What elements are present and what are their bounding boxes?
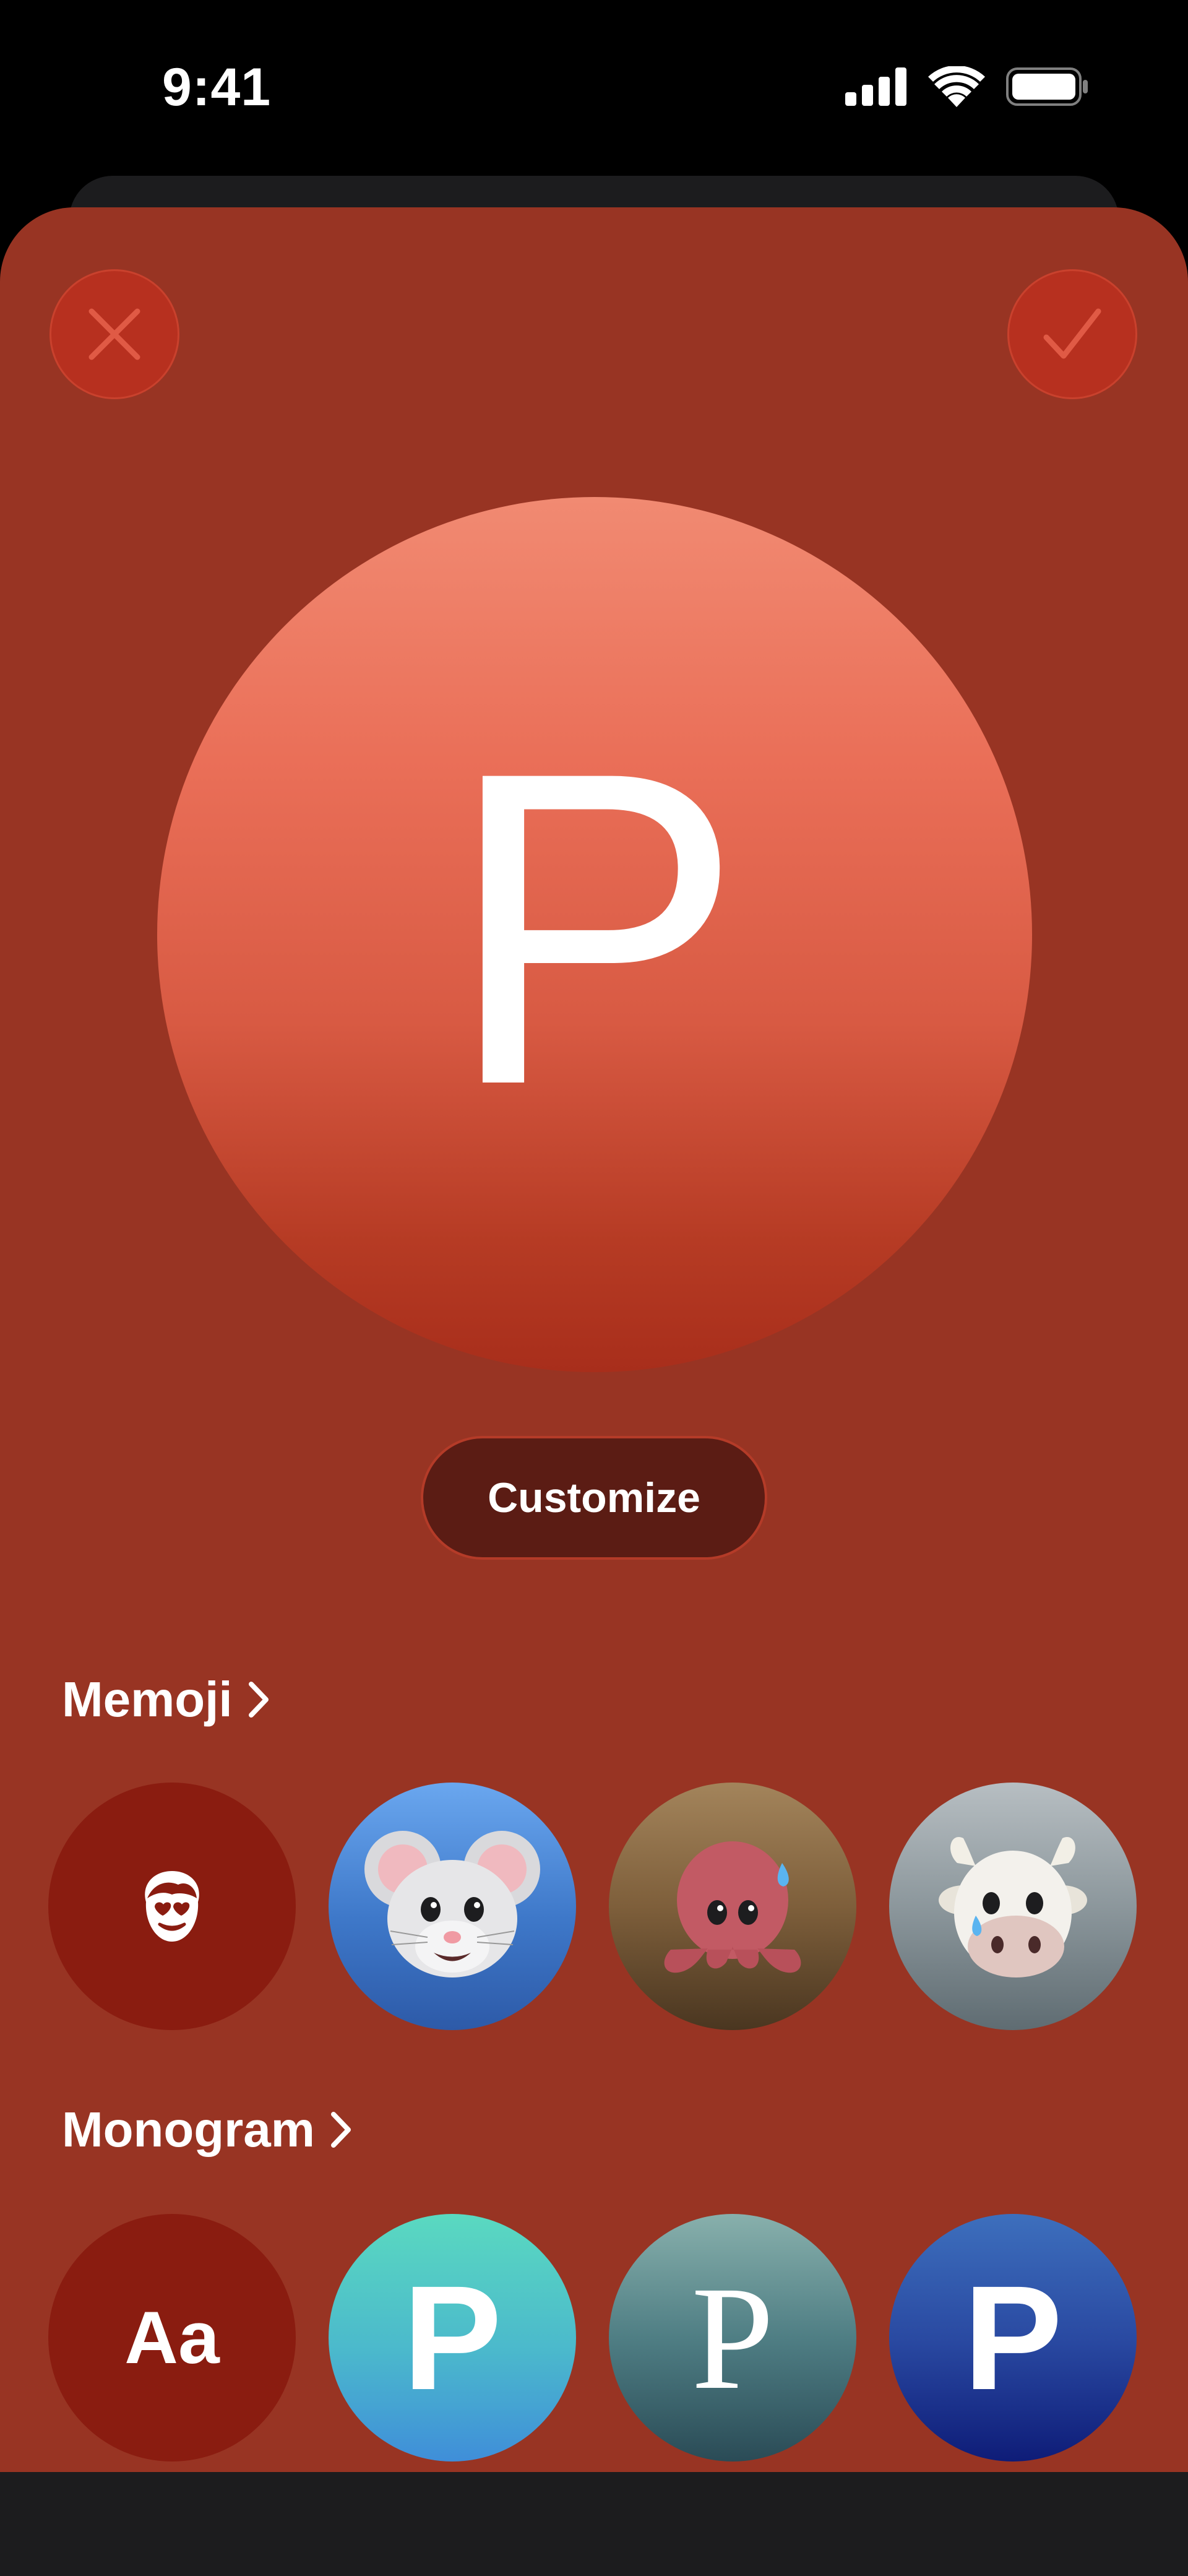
battery-icon	[1006, 67, 1088, 106]
done-button[interactable]	[1007, 269, 1137, 399]
memoji-row	[48, 1783, 1140, 2030]
status-bar: 9:41	[0, 0, 1188, 167]
monogram-section-title: Monogram	[62, 2102, 315, 2157]
memoji-section-title: Memoji	[62, 1672, 233, 1727]
bottom-background	[0, 2472, 1188, 2576]
mouse-memoji-icon	[364, 1831, 540, 1977]
close-button[interactable]	[50, 269, 179, 399]
monogram-option-slate[interactable]: P	[609, 2214, 856, 2461]
cellular-signal-icon	[845, 67, 906, 106]
avatar-letter: P	[446, 679, 744, 1177]
memoji-create-button[interactable]	[48, 1783, 296, 2030]
checkmark-icon	[1043, 308, 1101, 359]
status-icons	[845, 62, 1089, 111]
monogram-style-label: Aa	[124, 2296, 220, 2379]
monogram-row: Aa P P P	[48, 2214, 1140, 2461]
monogram-letter: P	[963, 2255, 1063, 2421]
chevron-right-icon	[248, 1682, 269, 1718]
cow-memoji-icon	[939, 1837, 1087, 1977]
octopus-memoji-icon	[664, 1841, 801, 1973]
customize-button[interactable]: Customize	[421, 1436, 767, 1560]
mouse-memoji[interactable]	[329, 1783, 576, 2030]
memoji-section-header[interactable]: Memoji	[62, 1671, 270, 1728]
close-icon	[88, 308, 140, 360]
avatar-preview: P	[157, 497, 1032, 1372]
monogram-letter: P	[402, 2255, 502, 2421]
monogram-option-navy[interactable]: P	[889, 2214, 1137, 2461]
memoji-create-icon	[145, 1871, 199, 1942]
avatar-editor-sheet: P Customize Memoji Monogram Aa P P P	[0, 207, 1188, 2472]
monogram-section-header[interactable]: Monogram	[62, 2101, 352, 2158]
octopus-memoji[interactable]	[609, 1783, 856, 2030]
status-time: 9:41	[162, 58, 272, 117]
chevron-right-icon	[330, 2112, 351, 2148]
wifi-icon	[928, 66, 985, 107]
monogram-option-teal[interactable]: P	[329, 2214, 576, 2461]
cow-memoji[interactable]	[889, 1783, 1137, 2030]
monogram-letter: P	[691, 2255, 774, 2420]
monogram-style-button[interactable]: Aa	[48, 2214, 296, 2461]
